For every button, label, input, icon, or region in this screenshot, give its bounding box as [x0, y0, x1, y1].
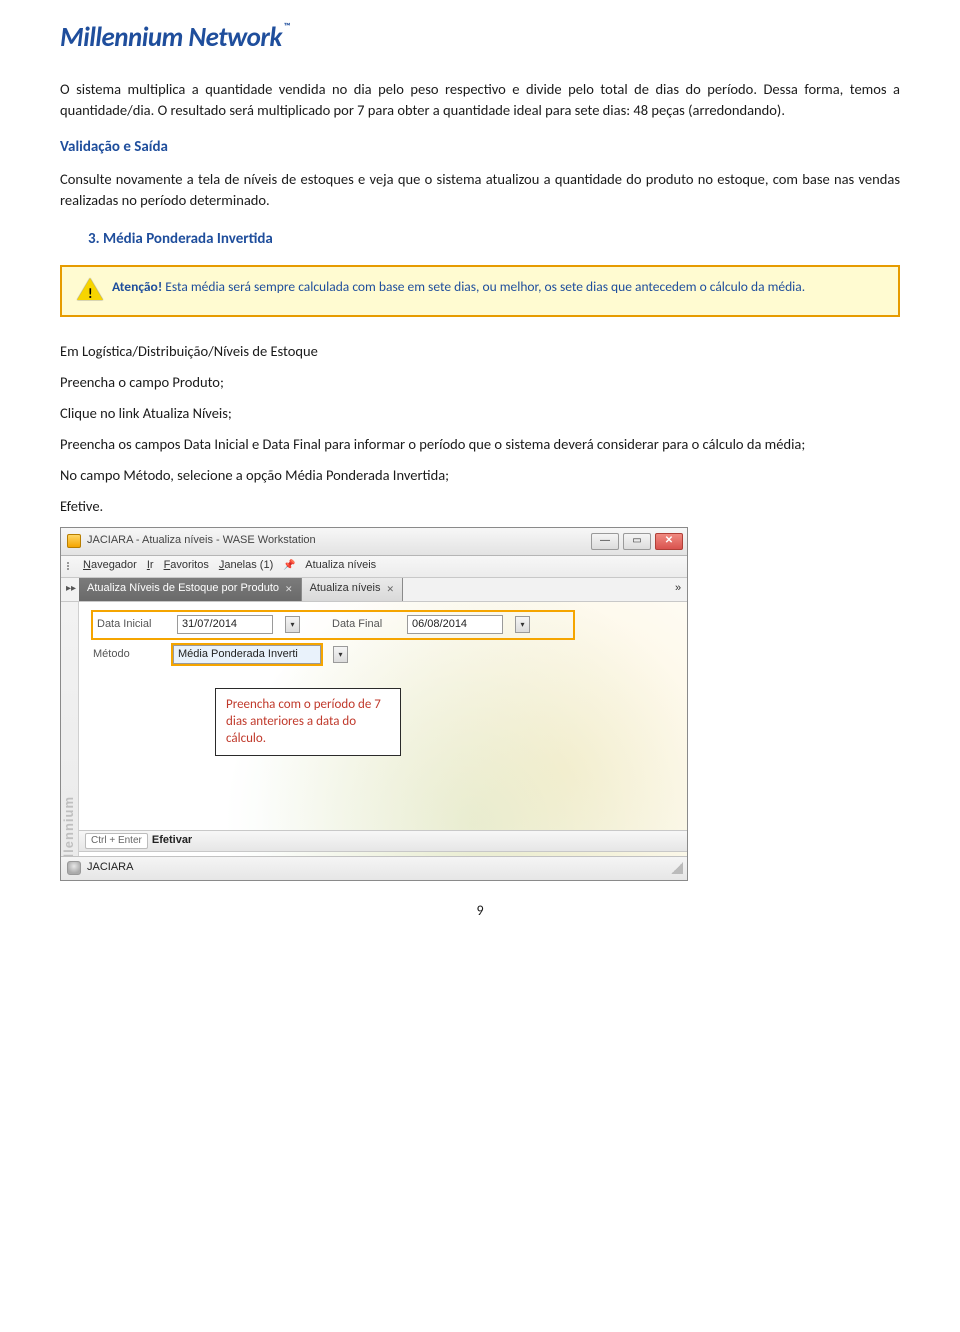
step-6: Efetive. — [60, 496, 900, 517]
toolbar-grip-icon — [67, 562, 69, 570]
tabbar-expand-icon[interactable]: ▸▸ — [63, 578, 79, 601]
app-icon — [67, 534, 81, 548]
input-metodo[interactable]: Média Ponderada Inverti — [173, 645, 321, 664]
breadcrumb: Atualiza níveis — [305, 558, 376, 574]
dropdown-button[interactable]: ▾ — [333, 646, 348, 663]
action-bar: Ctrl + Enter Efetivar — [79, 830, 687, 852]
input-value: 31/07/2014 — [182, 617, 268, 633]
tabbar: ▸▸ Atualiza Níveis de Estoque por Produt… — [61, 578, 687, 602]
tab-label: Atualiza Níveis de Estoque por Produto — [87, 581, 279, 597]
label-metodo: Método — [93, 647, 163, 663]
tab-close-icon[interactable]: ✕ — [285, 583, 293, 596]
tab-close-icon[interactable]: ✕ — [387, 583, 395, 596]
efetivar-button[interactable]: Efetivar — [152, 833, 192, 849]
menu-favoritos[interactable]: Favoritos — [164, 558, 209, 574]
minimize-button[interactable]: — — [591, 533, 619, 550]
warning-icon: ! — [76, 277, 104, 305]
section-validacao-title: Validação e Saída — [60, 137, 900, 159]
status-user: JACIARA — [87, 860, 133, 876]
menu-navegador[interactable]: Navegador — [83, 558, 137, 574]
tab-atualiza-niveis-produto[interactable]: Atualiza Níveis de Estoque por Produto ✕ — [79, 578, 302, 601]
step-1: Em Logística/Distribuição/Níveis de Esto… — [60, 341, 900, 362]
callout-note: Preencha com o período de 7 dias anterio… — [215, 688, 401, 757]
tab-overflow-icon[interactable]: » — [669, 578, 687, 601]
steps-block: Em Logística/Distribuição/Níveis de Esto… — [60, 341, 900, 517]
left-rail[interactable]: Millennium — [61, 602, 79, 880]
tab-label: Atualiza níveis — [310, 581, 381, 597]
warning-text: Atenção! Esta média será sempre calculad… — [112, 277, 805, 297]
date-row-highlight: Data Inicial 31/07/2014 ▾ Data Final 06/… — [93, 612, 573, 638]
brand-logo-text: Millennium Network™ — [60, 18, 288, 57]
input-data-final[interactable]: 06/08/2014 — [407, 615, 503, 634]
user-icon — [67, 861, 81, 875]
step-3: Clique no link Atualiza Níveis; — [60, 403, 900, 424]
heading-media-ponderada-invertida: 3. Média Ponderada Invertida — [88, 229, 900, 251]
step-4: Preencha os campos Data Inicial e Data F… — [60, 434, 900, 455]
workarea: Millennium Data Inicial 31/07/2014 ▾ Dat… — [61, 602, 687, 880]
menu-janelas[interactable]: Janelas (1) — [219, 558, 273, 574]
label-data-inicial: Data Inicial — [97, 617, 167, 633]
dropdown-button[interactable]: ▾ — [285, 616, 300, 633]
app-window: JACIARA - Atualiza níveis - WASE Worksta… — [60, 527, 688, 881]
step-5: No campo Método, selecione a opção Média… — [60, 465, 900, 486]
warning-box: ! Atenção! Esta média será sempre calcul… — [60, 265, 900, 317]
menu-ir[interactable]: Ir — [147, 558, 154, 574]
step-2: Preencha o campo Produto; — [60, 372, 900, 393]
input-value: Média Ponderada Inverti — [178, 647, 316, 663]
tab-atualiza-niveis[interactable]: Atualiza níveis ✕ — [302, 578, 403, 601]
menubar: Navegador Ir Favoritos Janelas (1) 📌 Atu… — [61, 556, 687, 578]
shortcut-badge: Ctrl + Enter — [85, 833, 148, 850]
intro-paragraph: O sistema multiplica a quantidade vendid… — [60, 79, 900, 121]
input-data-inicial[interactable]: 31/07/2014 — [177, 615, 273, 634]
input-value: 06/08/2014 — [412, 617, 498, 633]
brand-logo: Millennium Network™ — [60, 18, 900, 57]
titlebar: JACIARA - Atualiza níveis - WASE Worksta… — [61, 528, 687, 556]
maximize-button[interactable]: ▭ — [623, 533, 651, 550]
section-validacao-body: Consulte novamente a tela de níveis de e… — [60, 169, 900, 211]
dropdown-button[interactable]: ▾ — [515, 616, 530, 633]
close-button[interactable]: ✕ — [655, 533, 683, 550]
resize-grip-icon[interactable] — [671, 862, 683, 874]
label-data-final: Data Final — [332, 617, 397, 633]
pin-icon[interactable]: 📌 — [283, 560, 295, 572]
window-title: JACIARA - Atualiza níveis - WASE Worksta… — [87, 533, 591, 549]
page-number: 9 — [60, 901, 900, 921]
statusbar: JACIARA — [61, 856, 687, 880]
